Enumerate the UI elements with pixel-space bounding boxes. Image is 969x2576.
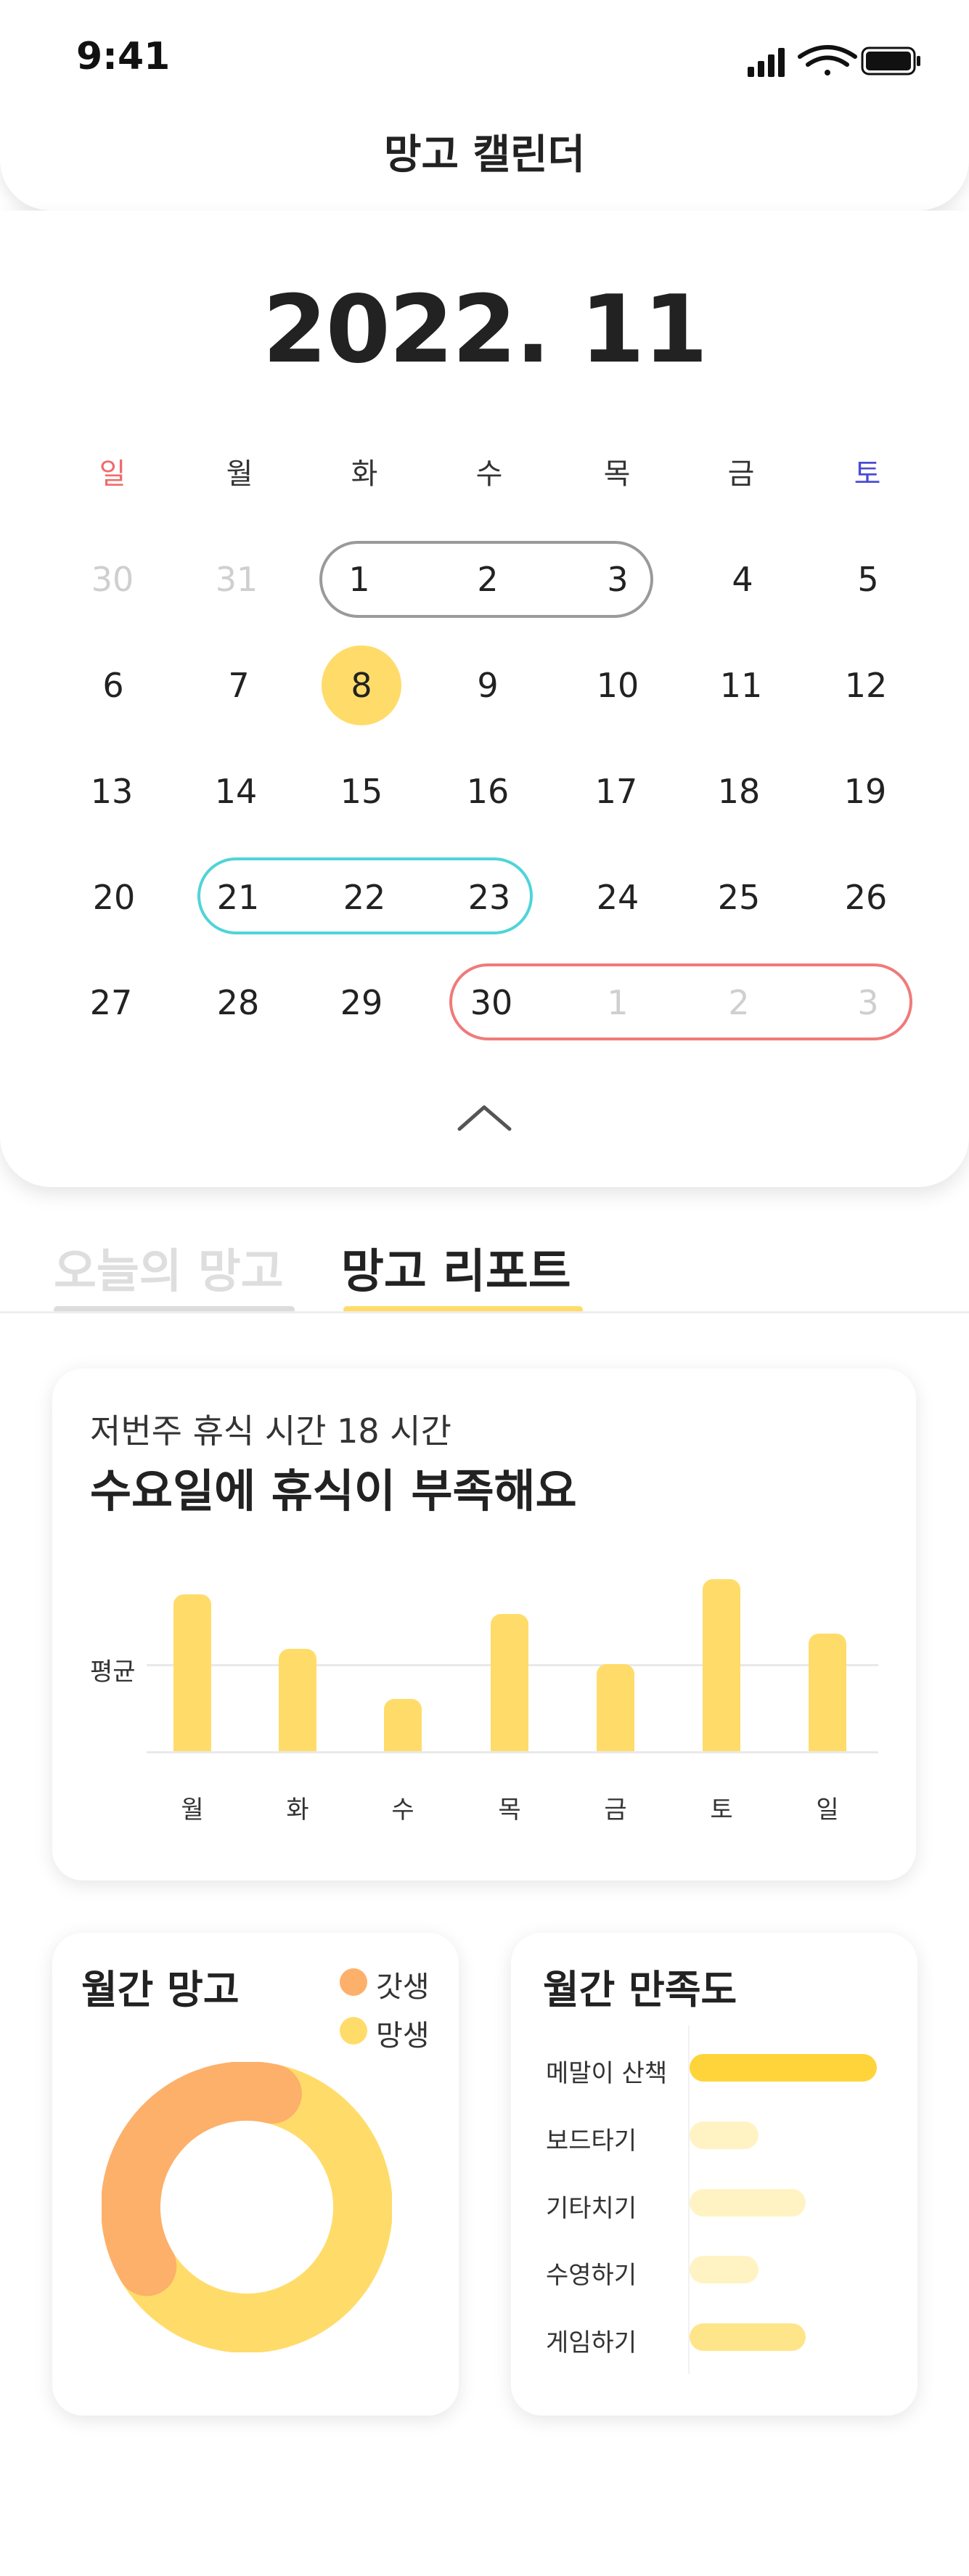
calendar-day[interactable]: 17 bbox=[573, 770, 660, 813]
chart-x-label: 목 bbox=[498, 1796, 521, 1825]
weekday-sat: 토 bbox=[854, 457, 881, 491]
legend-dot-gatsaeng bbox=[340, 1968, 367, 1996]
calendar-day[interactable]: 20 bbox=[70, 876, 158, 919]
legend-label-mangsaeng: 망생 bbox=[376, 2019, 430, 2053]
weekday-sun: 일 bbox=[99, 457, 126, 491]
app-title: 망고 캘린더 bbox=[383, 131, 586, 179]
calendar-day[interactable]: 22 bbox=[321, 876, 408, 919]
weekday-mon: 월 bbox=[226, 457, 253, 491]
battery-icon bbox=[861, 46, 920, 76]
calendar-day[interactable]: 16 bbox=[444, 770, 531, 813]
calendar-day[interactable]: 9 bbox=[444, 664, 531, 707]
tab-today-mango[interactable]: 오늘의 망고 bbox=[54, 1234, 284, 1301]
chart-x-label: 월 bbox=[181, 1796, 204, 1825]
satisfaction-bar bbox=[690, 2121, 759, 2149]
status-icons bbox=[748, 45, 920, 77]
calendar-day[interactable]: 24 bbox=[574, 876, 661, 919]
calendar-day[interactable]: 7 bbox=[195, 664, 282, 707]
chart-x-label: 금 bbox=[604, 1796, 627, 1825]
calendar-day[interactable]: 2 bbox=[444, 558, 531, 601]
calendar-day-today[interactable]: 8 bbox=[318, 664, 405, 707]
satisfaction-bar bbox=[690, 2189, 806, 2217]
calendar-day[interactable]: 11 bbox=[698, 664, 785, 707]
calendar-day[interactable]: 21 bbox=[195, 876, 282, 919]
weekday-fri: 금 bbox=[727, 457, 755, 491]
chart-baseline bbox=[147, 1751, 878, 1753]
legend-dot-mangsaeng bbox=[340, 2017, 367, 2045]
weekday-wed: 수 bbox=[475, 457, 503, 491]
calendar-day[interactable]: 23 bbox=[446, 876, 533, 919]
month-title[interactable]: 2022. 11 bbox=[0, 276, 969, 384]
calendar-day[interactable]: 13 bbox=[68, 770, 155, 813]
average-label: 평균 bbox=[90, 1658, 136, 1687]
calendar-day[interactable]: 26 bbox=[822, 876, 909, 919]
calendar-day[interactable]: 12 bbox=[822, 664, 909, 707]
chart-bar bbox=[597, 1664, 634, 1751]
status-time: 9:41 bbox=[76, 35, 171, 78]
chart-x-label: 토 bbox=[710, 1796, 733, 1825]
calendar-day[interactable]: 3 bbox=[574, 558, 661, 601]
calendar-day[interactable]: 10 bbox=[574, 664, 661, 707]
satisfaction-bar bbox=[690, 2054, 877, 2082]
chevron-up-icon[interactable] bbox=[454, 1100, 515, 1136]
calendar-day[interactable]: 14 bbox=[192, 770, 279, 813]
calendar-day[interactable]: 1 bbox=[574, 981, 661, 1024]
monthly-satisfaction-title: 월간 만족도 bbox=[543, 1967, 737, 2013]
tab-mango-report[interactable]: 망고 리포트 bbox=[341, 1234, 571, 1301]
calendar-day[interactable]: 5 bbox=[825, 558, 912, 601]
report-headline: 수요일에 휴식이 부족해요 bbox=[90, 1464, 577, 1517]
calendar-day[interactable]: 4 bbox=[699, 558, 786, 601]
monthly-mango-title: 월간 망고 bbox=[81, 1967, 240, 2013]
chart-bar bbox=[491, 1614, 528, 1751]
calendar-day[interactable]: 30 bbox=[448, 981, 535, 1024]
chart-x-label: 화 bbox=[286, 1796, 309, 1825]
calendar-day[interactable]: 29 bbox=[318, 981, 405, 1024]
satisfaction-label: 메말이 산책 bbox=[546, 2059, 668, 2088]
weekday-thu: 목 bbox=[603, 457, 631, 491]
chart-bar bbox=[809, 1634, 846, 1751]
satisfaction-label: 게임하기 bbox=[546, 2328, 637, 2357]
satisfaction-bar bbox=[690, 2323, 806, 2351]
calendar-day[interactable]: 2 bbox=[695, 981, 782, 1024]
chart-bar bbox=[173, 1594, 211, 1751]
calendar-day[interactable]: 28 bbox=[195, 981, 282, 1024]
chart-x-label: 일 bbox=[816, 1796, 839, 1825]
calendar-day[interactable]: 30 bbox=[69, 558, 156, 601]
calendar-day[interactable]: 15 bbox=[318, 770, 405, 813]
calendar-day[interactable]: 18 bbox=[695, 770, 782, 813]
report-subtitle: 저번주 휴식 시간 18 시간 bbox=[90, 1411, 451, 1451]
wifi-icon bbox=[798, 45, 857, 76]
chart-bar bbox=[384, 1699, 422, 1751]
chart-bar bbox=[279, 1649, 316, 1751]
calendar-day[interactable]: 3 bbox=[825, 981, 912, 1024]
calendar-day[interactable]: 27 bbox=[68, 981, 155, 1024]
monthly-mango-donut-chart bbox=[102, 2062, 392, 2352]
calendar-day[interactable]: 19 bbox=[822, 770, 909, 813]
satisfaction-label: 보드타기 bbox=[546, 2127, 637, 2156]
calendar-day[interactable]: 25 bbox=[695, 876, 782, 919]
signal-icon bbox=[748, 48, 785, 77]
chart-bar bbox=[703, 1579, 740, 1751]
satisfaction-label: 수영하기 bbox=[546, 2261, 637, 2290]
calendar-day[interactable]: 31 bbox=[193, 558, 280, 601]
satisfaction-label: 기타치기 bbox=[546, 2194, 637, 2223]
calendar-day[interactable]: 1 bbox=[316, 558, 403, 601]
weekday-tue: 화 bbox=[351, 457, 378, 491]
donut-slice-gatsaeng bbox=[102, 2062, 302, 2296]
tabs-divider bbox=[0, 1311, 969, 1313]
calendar-day[interactable]: 6 bbox=[70, 664, 157, 707]
chart-x-label: 수 bbox=[391, 1796, 414, 1825]
legend-label-gatsaeng: 갓생 bbox=[376, 1970, 430, 2004]
satisfaction-bar bbox=[690, 2256, 759, 2283]
